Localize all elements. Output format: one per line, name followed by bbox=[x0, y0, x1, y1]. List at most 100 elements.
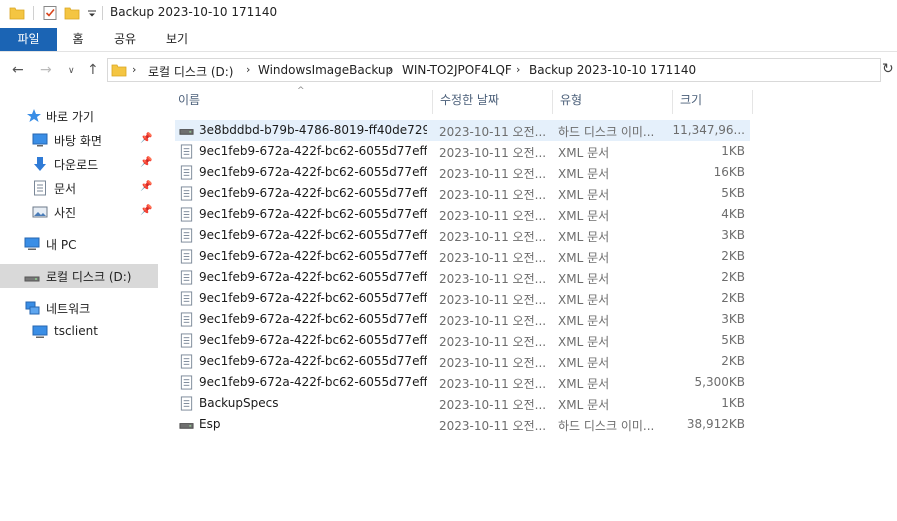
chevron-right-icon[interactable]: › bbox=[132, 63, 136, 76]
refresh-icon[interactable]: ↻ bbox=[882, 61, 894, 77]
computer-icon bbox=[32, 325, 48, 338]
file-row[interactable]: 9ec1feb9-672a-422f-bc62-6055d77eff... 202… bbox=[175, 141, 750, 162]
file-size: 5KB bbox=[721, 333, 745, 347]
pin-icon[interactable]: 📌 bbox=[140, 205, 152, 216]
xml-document-icon bbox=[180, 207, 193, 222]
properties-icon[interactable] bbox=[42, 5, 58, 21]
file-row[interactable]: 9ec1feb9-672a-422f-bc62-6055d77eff... 202… bbox=[175, 267, 750, 288]
customize-toolbar-icon[interactable] bbox=[84, 5, 100, 21]
file-size: 5,300KB bbox=[694, 375, 745, 389]
nav-label: 바로 가기 bbox=[46, 110, 94, 124]
file-size: 11,347,96... bbox=[672, 123, 745, 137]
file-size: 5KB bbox=[721, 186, 745, 200]
pin-icon[interactable]: 📌 bbox=[140, 133, 152, 144]
file-name: 3e8bddbd-b79b-4786-8019-ff40de729... bbox=[199, 123, 427, 137]
back-arrow-icon[interactable]: ← bbox=[12, 62, 24, 78]
nav-tsclient[interactable]: tsclient bbox=[0, 320, 158, 344]
download-arrow-icon bbox=[34, 157, 46, 171]
computer-icon bbox=[24, 237, 40, 250]
star-icon bbox=[27, 109, 41, 122]
breadcrumb-windowsimagebackup[interactable]: WindowsImageBackup bbox=[258, 63, 393, 77]
file-name: 9ec1feb9-672a-422f-bc62-6055d77eff... bbox=[199, 249, 427, 263]
nav-network[interactable]: 네트워크 bbox=[0, 296, 158, 320]
breadcrumb-backup-folder[interactable]: Backup 2023-10-10 171140 bbox=[529, 63, 696, 77]
toolbar-separator bbox=[33, 6, 34, 20]
nav-label: 로컬 디스크 (D:) bbox=[46, 270, 132, 284]
nav-local-disk[interactable]: 로컬 디스크 (D:) bbox=[0, 264, 158, 288]
xml-document-icon bbox=[180, 228, 193, 243]
file-row[interactable]: BackupSpecs 2023-10-11 오전... XML 문서 1KB bbox=[175, 393, 750, 414]
tab-home[interactable]: 홈 bbox=[60, 28, 96, 51]
file-date: 2023-10-11 오전... bbox=[439, 230, 547, 244]
file-size: 1KB bbox=[721, 396, 745, 410]
breadcrumb-local-disk[interactable]: 로컬 디스크 (D:) bbox=[148, 63, 233, 80]
ribbon: 파일 홈 공유 보기 bbox=[0, 28, 897, 52]
file-name: 9ec1feb9-672a-422f-bc62-6055d77eff... bbox=[199, 165, 427, 179]
up-arrow-icon[interactable]: ↑ bbox=[87, 62, 99, 78]
file-name: 9ec1feb9-672a-422f-bc62-6055d77eff... bbox=[199, 333, 427, 347]
file-date: 2023-10-11 오전... bbox=[439, 209, 547, 223]
address-bar[interactable]: › 로컬 디스크 (D:) › WindowsImageBackup › WIN… bbox=[107, 58, 881, 82]
file-row[interactable]: Esp 2023-10-11 오전... 하드 디스크 이미... 38,912KB bbox=[175, 414, 750, 435]
chevron-right-icon[interactable]: › bbox=[246, 63, 250, 76]
file-date: 2023-10-11 오전... bbox=[439, 251, 547, 265]
new-folder-icon[interactable] bbox=[64, 5, 80, 21]
file-row[interactable]: 9ec1feb9-672a-422f-bc62-6055d77eff... 202… bbox=[175, 351, 750, 372]
file-name: 9ec1feb9-672a-422f-bc62-6055d77eff... bbox=[199, 186, 427, 200]
tab-view[interactable]: 보기 bbox=[154, 28, 200, 51]
file-date: 2023-10-11 오전... bbox=[439, 419, 547, 433]
file-list: ^ 이름 수정한 날짜 유형 크기 3e8bddbd-b79b-4786-801… bbox=[170, 86, 897, 521]
nav-label: 내 PC bbox=[46, 238, 77, 252]
document-icon bbox=[34, 180, 46, 196]
forward-arrow-icon[interactable]: → bbox=[40, 62, 52, 78]
file-row[interactable]: 3e8bddbd-b79b-4786-8019-ff40de729... 2023… bbox=[175, 120, 750, 141]
folder-icon[interactable] bbox=[9, 5, 25, 21]
recent-locations-chevron-icon[interactable]: ∨ bbox=[68, 66, 75, 76]
file-row[interactable]: 9ec1feb9-672a-422f-bc62-6055d77eff... 202… bbox=[175, 183, 750, 204]
file-row[interactable]: 9ec1feb9-672a-422f-bc62-6055d77eff... 202… bbox=[175, 309, 750, 330]
nav-documents[interactable]: 문서 📌 bbox=[0, 176, 158, 200]
breadcrumb-machine[interactable]: WIN-TO2JPOF4LQF bbox=[402, 63, 512, 77]
file-type: XML 문서 bbox=[558, 377, 610, 391]
file-size: 2KB bbox=[721, 291, 745, 305]
nav-pictures[interactable]: 사진 📌 bbox=[0, 200, 158, 224]
file-row[interactable]: 9ec1feb9-672a-422f-bc62-6055d77eff... 202… bbox=[175, 246, 750, 267]
file-name: 9ec1feb9-672a-422f-bc62-6055d77eff... bbox=[199, 354, 427, 368]
column-header-date[interactable]: 수정한 날짜 bbox=[432, 90, 552, 114]
pin-icon[interactable]: 📌 bbox=[140, 157, 152, 168]
file-row[interactable]: 9ec1feb9-672a-422f-bc62-6055d77eff... 202… bbox=[175, 372, 750, 393]
file-type: XML 문서 bbox=[558, 314, 610, 328]
file-type: XML 문서 bbox=[558, 272, 610, 286]
file-row[interactable]: 9ec1feb9-672a-422f-bc62-6055d77eff... 202… bbox=[175, 204, 750, 225]
tab-file[interactable]: 파일 bbox=[0, 28, 57, 51]
column-header-type[interactable]: 유형 bbox=[552, 90, 672, 114]
column-header-name[interactable]: 이름 bbox=[170, 90, 432, 114]
xml-document-icon bbox=[180, 291, 193, 306]
nav-label: 사진 bbox=[54, 206, 77, 220]
file-name: Esp bbox=[199, 417, 221, 431]
file-date: 2023-10-11 오전... bbox=[439, 188, 547, 202]
column-header-size[interactable]: 크기 bbox=[672, 90, 752, 114]
chevron-right-icon[interactable]: › bbox=[388, 63, 392, 76]
file-type: XML 문서 bbox=[558, 188, 610, 202]
address-row: ← → ∨ ↑ › 로컬 디스크 (D:) › WindowsImageBack… bbox=[0, 57, 897, 83]
file-size: 3KB bbox=[721, 228, 745, 242]
pin-icon[interactable]: 📌 bbox=[140, 181, 152, 192]
title-bar: Backup 2023-10-10 171140 bbox=[0, 0, 897, 28]
file-row[interactable]: 9ec1feb9-672a-422f-bc62-6055d77eff... 202… bbox=[175, 162, 750, 183]
nav-this-pc[interactable]: 내 PC bbox=[0, 232, 158, 256]
nav-desktop[interactable]: 바탕 화면 📌 bbox=[0, 128, 158, 152]
xml-document-icon bbox=[180, 354, 193, 369]
chevron-right-icon[interactable]: › bbox=[516, 63, 520, 76]
xml-document-icon bbox=[180, 165, 193, 180]
column-divider[interactable] bbox=[752, 90, 753, 114]
file-row[interactable]: 9ec1feb9-672a-422f-bc62-6055d77eff... 202… bbox=[175, 330, 750, 351]
nav-quick-access[interactable]: 바로 가기 bbox=[0, 104, 158, 128]
file-size: 16KB bbox=[713, 165, 745, 179]
tab-share[interactable]: 공유 bbox=[100, 28, 150, 51]
nav-downloads[interactable]: 다운로드 📌 bbox=[0, 152, 158, 176]
file-row[interactable]: 9ec1feb9-672a-422f-bc62-6055d77eff... 202… bbox=[175, 225, 750, 246]
file-row[interactable]: 9ec1feb9-672a-422f-bc62-6055d77eff... 202… bbox=[175, 288, 750, 309]
nav-label: 다운로드 bbox=[54, 158, 99, 172]
file-date: 2023-10-11 오전... bbox=[439, 335, 547, 349]
